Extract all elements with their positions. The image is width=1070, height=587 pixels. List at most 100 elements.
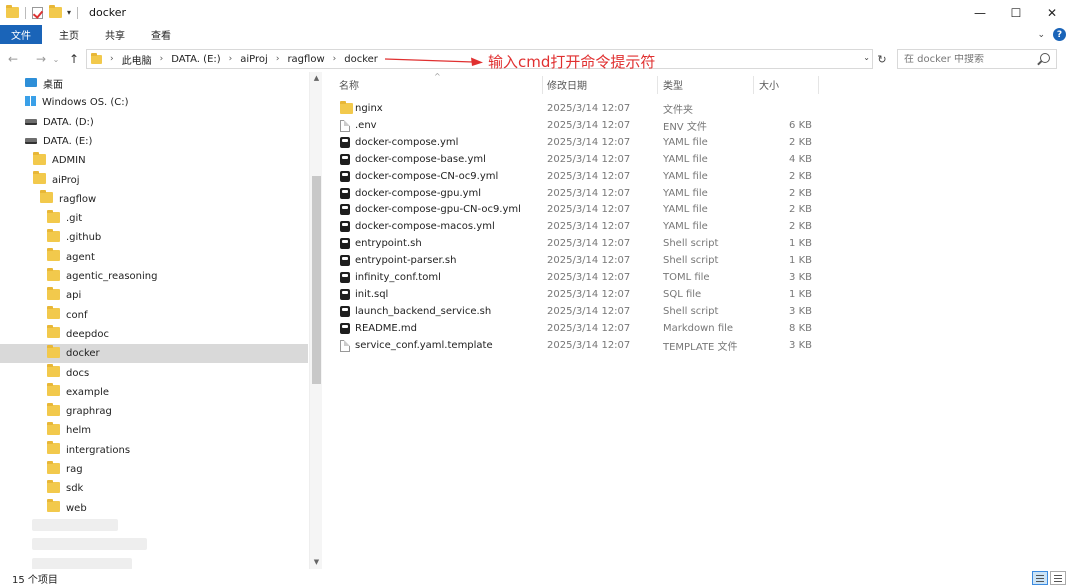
nav-tree-item[interactable]: api [0,286,308,305]
column-divider[interactable] [542,76,543,94]
nav-tree-item[interactable]: agentic_reasoning [0,267,308,286]
scrollbar-thumb[interactable] [312,176,321,384]
column-divider[interactable] [753,76,754,94]
file-row[interactable]: service_conf.yaml.template 2025/3/14 12:0… [330,337,812,354]
tab-share[interactable]: 共享 [92,25,138,44]
search-input[interactable] [904,53,1034,65]
large-icons-view-button[interactable] [1050,571,1066,585]
column-divider[interactable] [657,76,658,94]
tab-view[interactable]: 查看 [138,25,184,44]
folder-icon[interactable] [6,5,19,18]
file-row[interactable]: init.sql 2025/3/14 12:07 SQL file 1 KB [330,286,812,303]
close-button[interactable]: ✕ [1034,0,1070,25]
file-row[interactable]: docker-compose.yml 2025/3/14 12:07 YAML fi… [330,134,812,151]
file-type: TEMPLATE 文件 [663,341,738,353]
breadcrumb-separator-icon[interactable]: › [229,54,233,64]
breadcrumb-separator-icon[interactable]: › [333,54,337,64]
nav-tree-item[interactable]: 桌面 [0,74,308,93]
minimize-button[interactable]: — [962,0,998,25]
file-row[interactable]: docker-compose-macos.yml 2025/3/14 12:07 Y… [330,218,812,235]
details-view-button[interactable] [1032,571,1048,585]
drive-icon [25,136,37,147]
address-history-chevron-down-icon[interactable]: ⌄ [863,53,870,62]
customize-toolbar-chevron-down-icon[interactable]: ▾ [67,8,71,17]
nav-tree-item[interactable]: ADMIN [0,151,308,170]
nav-tree-item[interactable]: aiProj [0,171,308,190]
nav-tree-item[interactable]: DATA. (E:) [0,132,308,151]
nav-tree-item[interactable]: docs [0,364,308,383]
new-folder-icon[interactable] [49,5,62,18]
scroll-down-icon[interactable]: ▼ [310,558,323,566]
nav-tree-item-label: conf [66,309,88,321]
file-row[interactable]: docker-compose-CN-oc9.yml 2025/3/14 12:07… [330,168,812,185]
file-row[interactable]: nginx 2025/3/14 12:07 文件夹 [330,100,810,117]
scroll-up-icon[interactable]: ▲ [310,74,323,82]
search-box [897,49,1057,69]
file-row[interactable]: entrypoint.sh 2025/3/14 12:07 Shell script… [330,235,812,252]
file-row[interactable]: docker-compose-gpu.yml 2025/3/14 12:07 YAM… [330,185,812,202]
nav-tree-item[interactable]: .github [0,228,308,247]
breadcrumb-ragflow[interactable]: ragflow [287,54,324,65]
tab-home[interactable]: 主页 [46,25,92,44]
nav-tree-item[interactable]: sdk [0,479,308,498]
nav-tree-item-label: intergrations [66,444,131,456]
file-type: Shell script [663,305,719,317]
breadcrumb-drive-e[interactable]: DATA. (E:) [171,54,220,65]
nav-tree-item[interactable]: Windows OS. (C:) [0,93,308,112]
column-header-type[interactable]: 类型 [663,77,683,92]
refresh-button[interactable]: ↻ [874,49,890,69]
help-icon[interactable]: ? [1053,28,1066,41]
nav-tree-item[interactable]: deepdoc [0,325,308,344]
breadcrumb-separator-icon[interactable]: › [110,54,114,64]
file-row[interactable]: README.md 2025/3/14 12:07 Markdown file 8 K… [330,320,812,337]
file-row[interactable]: docker-compose-base.yml 2025/3/14 12:07 YA… [330,151,812,168]
file-name: init.sql [355,288,389,300]
nav-tree-item[interactable]: graphrag [0,402,308,421]
breadcrumb-aiproj[interactable]: aiProj [240,54,268,65]
folder-icon [47,209,60,226]
file-type: YAML file [663,136,708,148]
up-button[interactable]: ↑ [66,47,82,71]
nav-tree-item[interactable]: .git [0,209,308,228]
file-row[interactable]: docker-compose-gpu-CN-oc9.yml 2025/3/14 1… [330,201,812,218]
expand-ribbon-chevron-down-icon[interactable]: ⌄ [1037,30,1045,40]
folder-icon [47,383,60,399]
file-size: 1 KB [789,255,812,267]
back-button[interactable]: ← [4,47,22,71]
divider [77,6,79,19]
nav-tree-item[interactable]: agent [0,248,308,267]
breadcrumb-separator-icon[interactable]: › [160,54,164,64]
maximize-button[interactable]: ☐ [998,0,1034,25]
breadcrumb-this-pc[interactable]: 此电脑 [122,52,152,67]
file-row[interactable]: .env 2025/3/14 12:07 ENV 文件 6 KB [330,117,812,134]
column-header-size[interactable]: 大小 [759,77,779,92]
tab-file[interactable]: 文件 [0,25,42,44]
breadcrumb-separator-icon[interactable]: › [276,54,280,64]
breadcrumb-docker[interactable]: docker [344,54,378,65]
forward-button[interactable]: → [32,47,50,71]
file-name: docker-compose-gpu.yml [355,187,482,199]
column-header-name[interactable]: 名称 [339,77,359,92]
nav-tree-item[interactable]: intergrations [0,441,308,460]
nav-tree-item[interactable]: helm [0,421,308,440]
sort-ascending-icon: ^ [434,72,441,81]
file-row[interactable]: launch_backend_service.sh 2025/3/14 12:07… [330,303,812,320]
nav-tree-item[interactable]: example [0,383,308,402]
recent-locations-chevron-down-icon[interactable]: ⌄ [50,47,62,71]
nav-pane-scrollbar[interactable]: ▲ ▼ [309,72,322,569]
nav-tree-item[interactable]: ragflow [0,190,308,209]
nav-tree-item[interactable]: conf [0,306,308,325]
nav-tree-item[interactable]: DATA. (D:) [0,113,308,132]
file-date-modified: 2025/3/14 12:07 [547,305,631,317]
properties-icon[interactable] [32,6,43,19]
column-header-date[interactable]: 修改日期 [547,77,587,92]
nav-tree-item[interactable]: web [0,499,308,518]
file-type: YAML file [663,170,708,182]
column-divider[interactable] [818,76,819,94]
nav-tree-item[interactable]: rag [0,460,308,479]
nav-tree-item[interactable]: docker [0,344,308,364]
item-count: 15 个项目 [12,574,58,586]
search-icon[interactable] [1040,53,1050,63]
file-row[interactable]: entrypoint-parser.sh 2025/3/14 12:07 Shell… [330,252,812,269]
file-row[interactable]: infinity_conf.toml 2025/3/14 12:07 TOML fi… [330,269,812,286]
